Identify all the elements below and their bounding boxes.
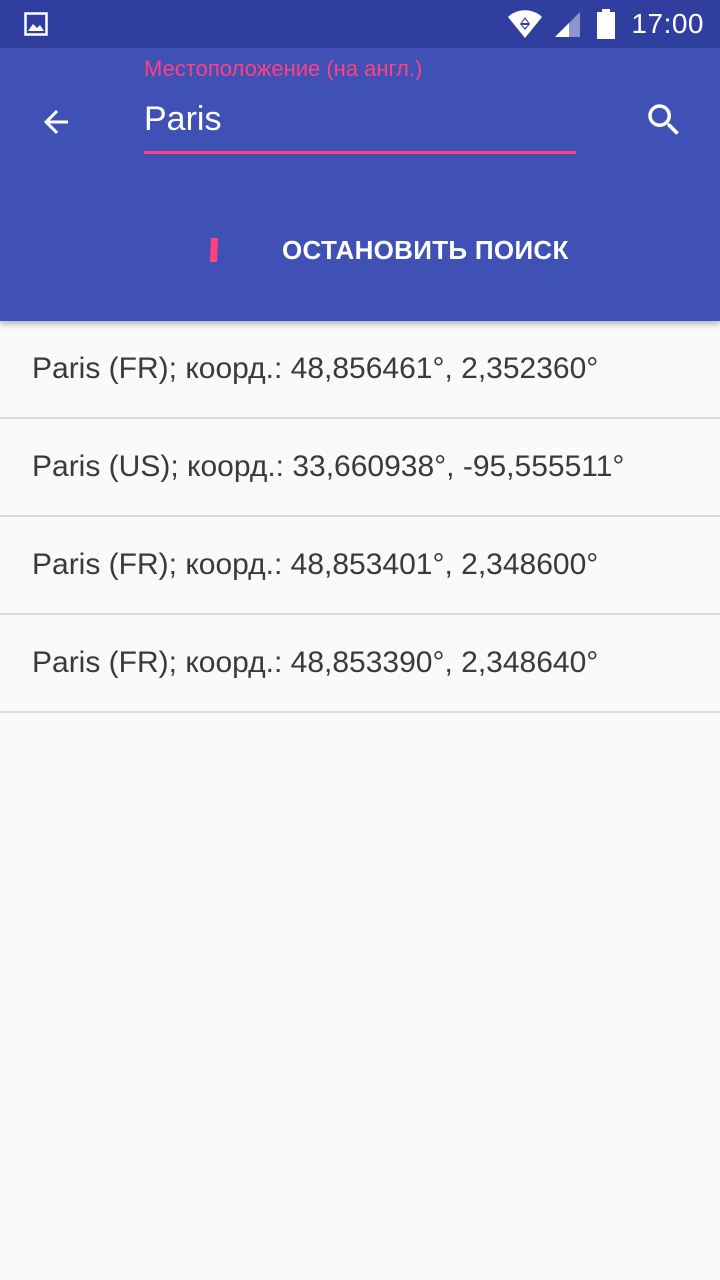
- app-bar: Местоположение (на англ.) ОСТАНОВИТЬ ПОИ…: [0, 48, 720, 321]
- search-input[interactable]: [144, 100, 576, 139]
- stop-search-button[interactable]: ОСТАНОВИТЬ ПОИСК: [268, 226, 583, 274]
- list-item[interactable]: Paris (FR); коорд.: 48,853401°, 2,348600…: [0, 517, 720, 615]
- gallery-icon: [24, 12, 48, 36]
- signal-icon: [555, 12, 581, 37]
- search-progress-row: ОСТАНОВИТЬ ПОИСК: [0, 218, 720, 282]
- location-search-field[interactable]: Местоположение (на англ.): [144, 48, 576, 158]
- back-button[interactable]: [30, 96, 82, 148]
- wifi-icon: [508, 10, 543, 38]
- battery-icon: [597, 9, 616, 39]
- list-item[interactable]: Paris (FR); коорд.: 48,853390°, 2,348640…: [0, 615, 720, 713]
- search-button[interactable]: [638, 94, 690, 146]
- results-list: Paris (FR); коорд.: 48,856461°, 2,352360…: [0, 321, 720, 713]
- arrow-back-icon: [44, 110, 68, 134]
- status-icons: 17:00: [507, 0, 704, 48]
- search-icon: [648, 104, 679, 135]
- search-field-underline: [144, 151, 576, 154]
- list-item[interactable]: Paris (FR); коорд.: 48,856461°, 2,352360…: [0, 321, 720, 419]
- search-field-label: Местоположение (на англ.): [144, 56, 423, 81]
- list-item[interactable]: Paris (US); коорд.: 33,660938°, -95,5555…: [0, 419, 720, 517]
- clock: 17:00: [631, 8, 704, 39]
- status-bar: 17:00: [0, 0, 720, 48]
- progress-spinner-icon: [210, 238, 218, 262]
